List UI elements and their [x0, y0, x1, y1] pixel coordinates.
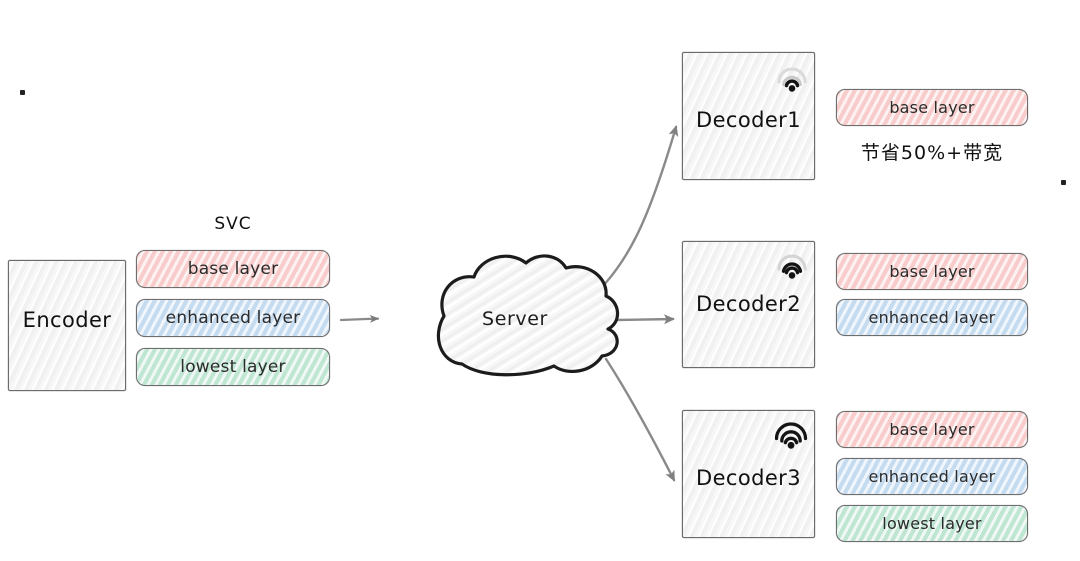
encoder-layer-base[interactable]: base layer [136, 250, 330, 288]
decoder3-label: Decoder3 [696, 466, 801, 490]
encoder-layer-enhanced-label: enhanced layer [165, 308, 301, 328]
decoder2-label: Decoder2 [696, 292, 801, 316]
decoder3-layer-enhanced-label: enhanced layer [868, 467, 996, 486]
decoder1-layer-base-label: base layer [889, 98, 975, 117]
encoder-layer-lowest[interactable]: lowest layer [136, 348, 330, 386]
encoder-layer-base-label: base layer [187, 259, 279, 279]
decoder1-box[interactable]: Decoder1 [682, 52, 815, 180]
decoder3-layer-lowest-label: lowest layer [882, 514, 982, 533]
wifi-icon-3-bar [774, 422, 808, 449]
svc-stack-label: SVC [214, 214, 252, 234]
decoder2-layer-base-label: base layer [889, 262, 975, 281]
decoder1-layer-base[interactable]: base layer [836, 89, 1028, 126]
wifi-icon-2-bar [777, 254, 807, 279]
decoder1-label: Decoder1 [696, 108, 801, 132]
decoder3-box[interactable]: Decoder3 [682, 410, 815, 538]
encoder-to-server-arrow [339, 314, 380, 323]
decoder3-layer-base-label: base layer [889, 420, 975, 439]
encoder-layer-enhanced[interactable]: enhanced layer [136, 299, 330, 337]
decoder2-layer-enhanced-label: enhanced layer [868, 308, 996, 327]
decoder3-layer-lowest[interactable]: lowest layer [836, 505, 1028, 542]
decoder3-layer-enhanced[interactable]: enhanced layer [836, 458, 1028, 495]
decoder2-box[interactable]: Decoder2 [682, 241, 815, 368]
decoder2-layer-base[interactable]: base layer [836, 253, 1028, 290]
encoder-label: Encoder [22, 308, 112, 332]
decoder3-layer-base[interactable]: base layer [836, 411, 1028, 448]
server-label: Server [482, 308, 548, 330]
diagram-canvas: Encoder SVC base layer enhanced layer lo… [0, 0, 1080, 561]
decoder2-layer-enhanced[interactable]: enhanced layer [836, 299, 1028, 336]
decoder1-bandwidth-note: 节省50%+带宽 [860, 142, 1004, 164]
encoder-layer-lowest-label: lowest layer [180, 357, 286, 377]
encoder-box[interactable]: Encoder [8, 260, 126, 391]
wifi-icon-1-bar [777, 67, 807, 92]
